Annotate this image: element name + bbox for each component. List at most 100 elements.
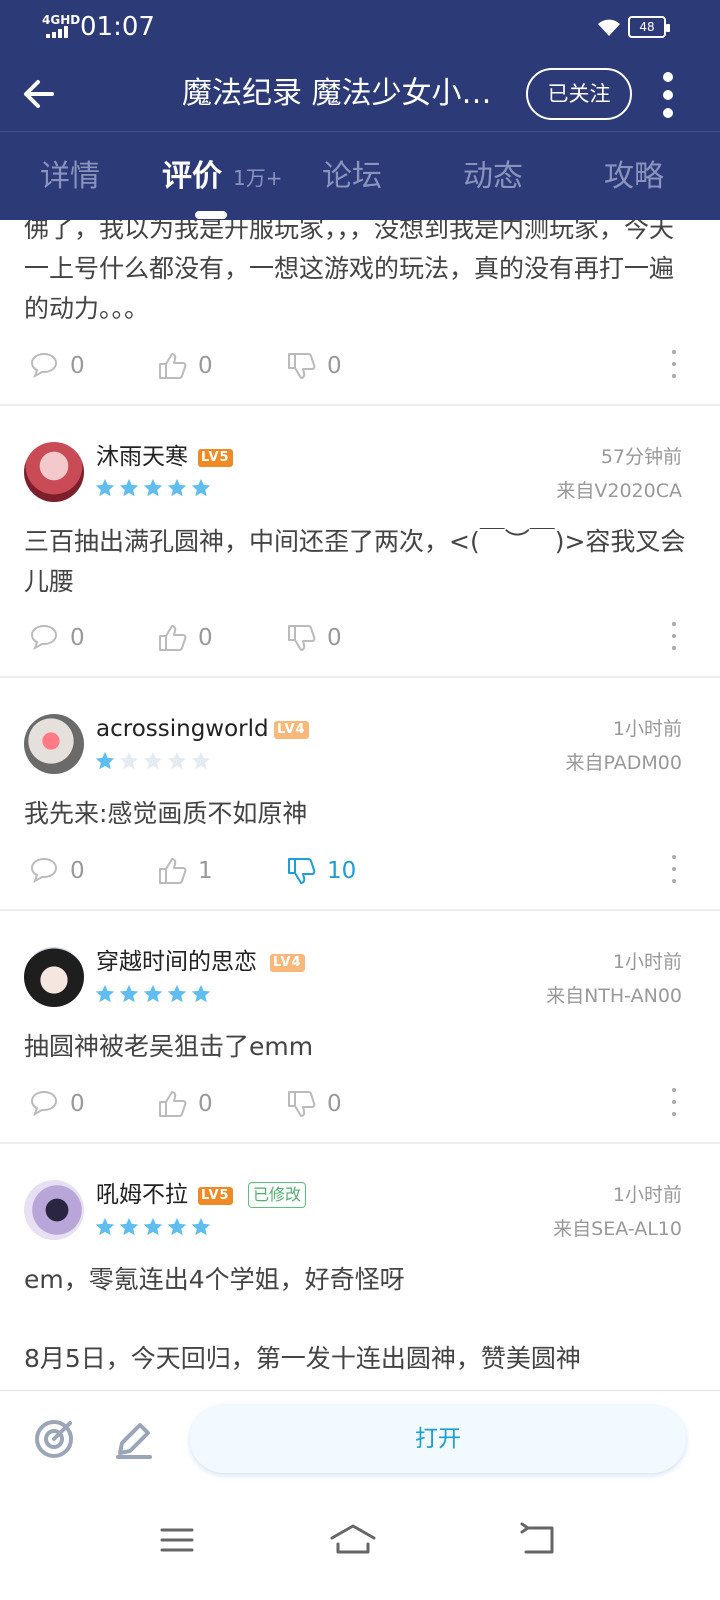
star-icon (167, 478, 187, 497)
level-badge: LV4 (274, 721, 309, 739)
comment-count: 0 (70, 353, 85, 379)
review-actions: 0 0 0 (0, 1084, 720, 1124)
divider (0, 909, 720, 911)
review-text: em，零氪连出4个学姐，好奇怪呀 (24, 1265, 405, 1294)
bottom-action-bar: 打开 (0, 1390, 720, 1490)
username[interactable]: 吼姆不拉 (96, 1180, 188, 1210)
star-icon (191, 1217, 211, 1236)
star-icon (191, 478, 211, 497)
review-device: 来自PADM00 (565, 752, 682, 774)
review-time: 1小时前 (612, 718, 682, 740)
comment-icon (30, 352, 58, 378)
divider (0, 676, 720, 678)
comment-icon (30, 857, 58, 883)
star-icon (119, 984, 139, 1003)
review-text: 8月5日，今天回归，第一发十连出圆神，赞美圆神 (24, 1344, 581, 1373)
star-icon (191, 984, 211, 1003)
avatar[interactable] (24, 442, 84, 502)
status-time: 01:07 (80, 12, 155, 42)
divider (0, 1142, 720, 1144)
like-count: 1 (198, 858, 213, 884)
tab-activity[interactable]: 动态 (463, 157, 523, 197)
star-icon (143, 1217, 163, 1236)
like-count: 0 (198, 625, 213, 651)
open-app-button[interactable]: 打开 (190, 1405, 686, 1473)
thumbs-down-icon (288, 625, 316, 651)
like-count: 0 (198, 353, 213, 379)
edited-badge: 已修改 (248, 1182, 307, 1208)
review-device: 来自NTH-AN00 (546, 985, 682, 1007)
tab-indicator (195, 211, 227, 219)
star-icon (95, 751, 115, 770)
level-badge: LV5 (198, 1187, 233, 1205)
kebab-icon[interactable] (668, 855, 680, 885)
review-actions: 0 0 0 (0, 346, 720, 386)
dislike-count: 0 (327, 1091, 342, 1117)
star-icon (119, 1217, 139, 1236)
level-badge: LV4 (270, 954, 305, 972)
status-bar: 4GHD 01:07 48 (0, 0, 720, 56)
username[interactable]: 穿越时间的思恋 (96, 947, 257, 977)
avatar[interactable] (24, 1180, 84, 1240)
review-device: 来自SEA-AL10 (553, 1218, 682, 1240)
star-icon (119, 751, 139, 770)
thumbs-up-icon (159, 625, 187, 651)
review-time: 1小时前 (612, 951, 682, 973)
back-arrow-icon[interactable] (18, 72, 62, 116)
tab-bar: 详情 评价 1万+ 论坛 动态 攻略 (0, 133, 720, 220)
dislike-count: 0 (327, 625, 342, 651)
tab-reviews-count: 1万+ (233, 166, 283, 190)
menu-icon[interactable] (152, 1520, 202, 1560)
tab-details[interactable]: 详情 (40, 157, 100, 197)
thumbs-up-icon (159, 1091, 187, 1117)
star-icon (167, 751, 187, 770)
tab-guides[interactable]: 攻略 (604, 157, 664, 197)
kebab-icon[interactable] (668, 622, 680, 652)
review-actions: 0 1 10 (0, 851, 720, 891)
network-type: 4GHD (42, 13, 81, 27)
dislike-count: 0 (327, 353, 342, 379)
comment-count: 0 (70, 858, 85, 884)
back-icon[interactable] (514, 1520, 564, 1560)
kebab-icon[interactable] (668, 350, 680, 380)
star-icon (143, 478, 163, 497)
app-header: 4GHD 01:07 48 魔法纪录 魔法少女小… 已关注 详情 评价 1万+ … (0, 0, 720, 220)
avatar[interactable] (24, 947, 84, 1007)
comment-count: 0 (70, 1091, 85, 1117)
review-text: 我先来:感觉画质不如原神 (24, 799, 308, 828)
comment-icon (30, 624, 58, 650)
star-icon (167, 1217, 187, 1236)
avatar[interactable] (24, 714, 84, 774)
star-rating (94, 750, 214, 774)
signal-icon (46, 26, 72, 38)
review-actions: 0 0 0 (0, 618, 720, 658)
tab-reviews[interactable]: 评价 (162, 157, 222, 197)
edit-pencil-icon[interactable] (112, 1417, 156, 1461)
star-icon (119, 478, 139, 497)
dislike-count: 10 (327, 858, 357, 884)
tab-forum[interactable]: 论坛 (322, 157, 382, 197)
comment-icon (30, 1090, 58, 1116)
comment-count: 0 (70, 625, 85, 651)
system-nav-bar (0, 1490, 720, 1600)
home-icon[interactable] (328, 1520, 378, 1560)
star-rating (94, 477, 214, 501)
thumbs-down-icon (288, 858, 316, 884)
thumbs-down-icon (288, 353, 316, 379)
wifi-icon (598, 19, 620, 36)
follow-button[interactable]: 已关注 (526, 68, 632, 120)
target-icon[interactable] (32, 1417, 76, 1461)
star-rating (94, 983, 214, 1007)
star-icon (143, 984, 163, 1003)
review-device: 来自V2020CA (556, 480, 682, 502)
more-vertical-icon[interactable] (656, 72, 680, 118)
star-rating (94, 1216, 214, 1240)
star-icon (191, 751, 211, 770)
username[interactable]: 沐雨天寒 (96, 442, 188, 472)
review-list[interactable]: 佛了，我以为我是开服玩家，，，没想到我是内测玩家，今天一上号什么都没有，一想这游… (0, 220, 720, 1390)
divider (0, 404, 720, 406)
username[interactable]: acrossingworld (96, 714, 269, 744)
star-icon (143, 751, 163, 770)
thumbs-up-icon (159, 858, 187, 884)
kebab-icon[interactable] (668, 1088, 680, 1118)
